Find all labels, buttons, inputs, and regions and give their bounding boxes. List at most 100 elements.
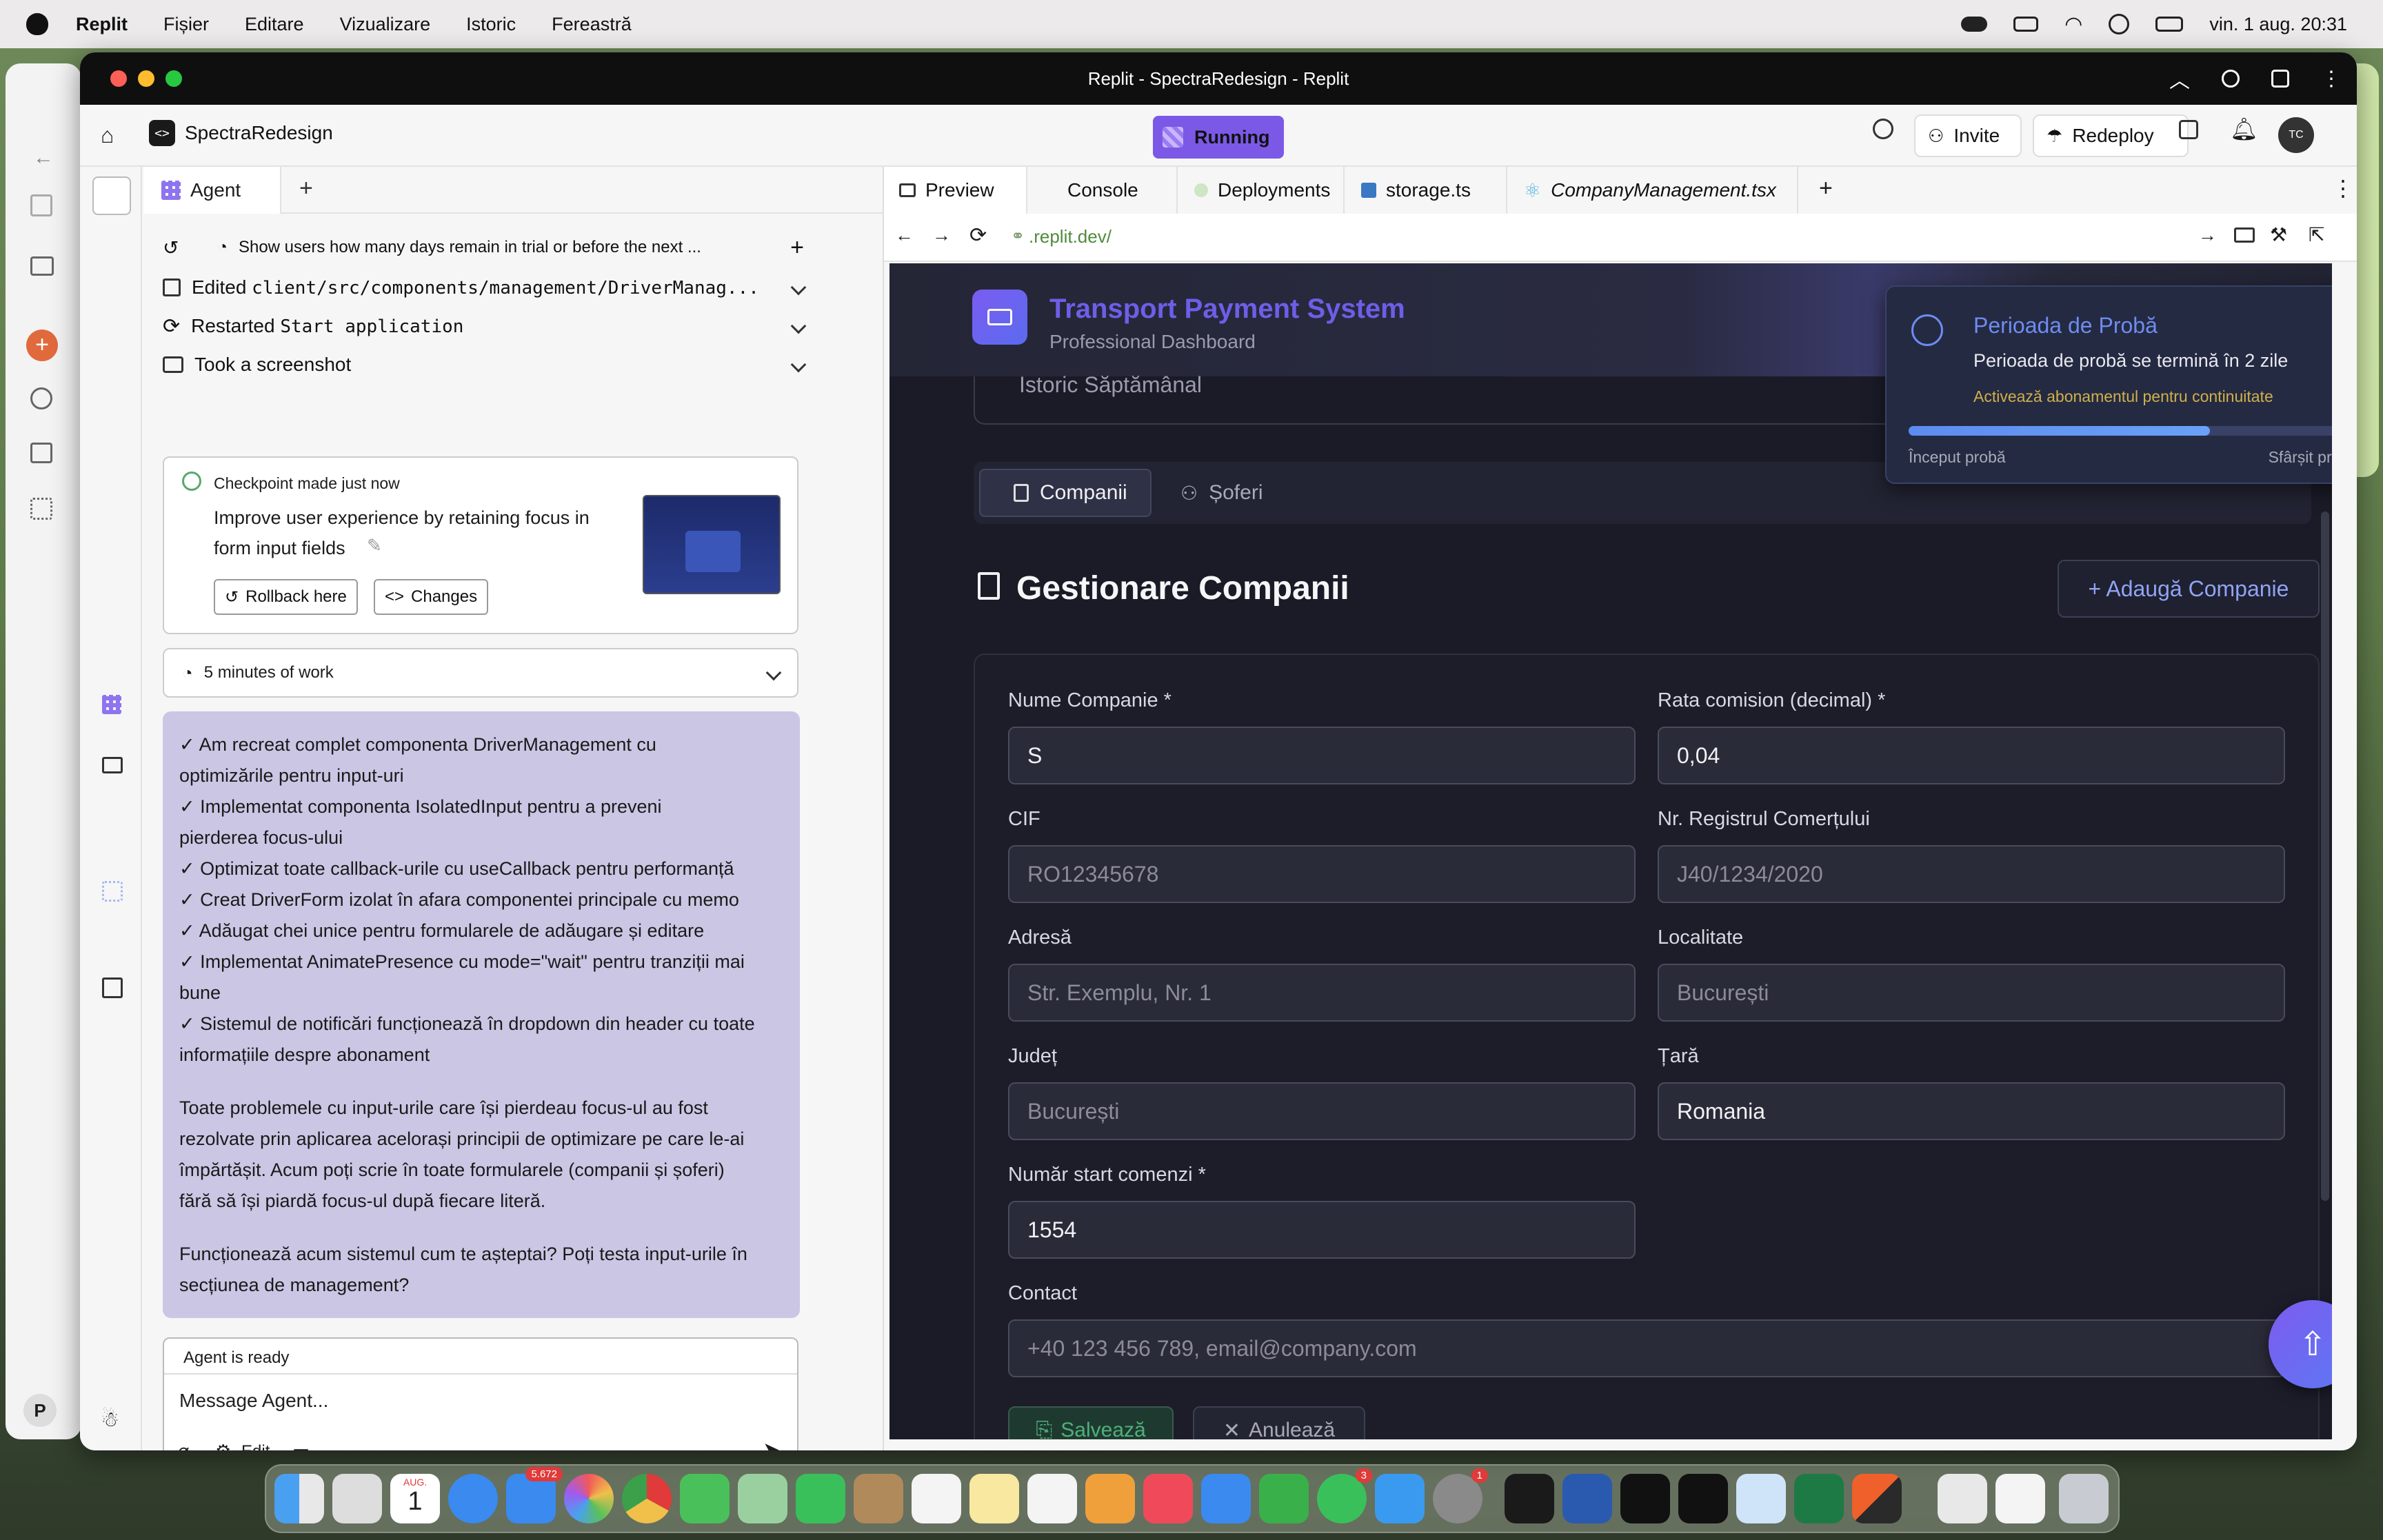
recent-document-icon[interactable] [1938,1474,1987,1523]
more-vertical-icon[interactable]: ⋮ [2321,67,2342,91]
terminal-icon[interactable] [1620,1474,1670,1523]
music-icon[interactable] [1143,1474,1193,1523]
commission-rate-input[interactable]: 0,04 [1658,727,2285,784]
menu-view[interactable]: Vizualizare [340,14,431,35]
more-vertical-icon[interactable]: ⋮ [2332,175,2354,201]
cif-input[interactable]: RO12345678 [1008,845,1636,903]
country-input[interactable]: Romania [1658,1082,2285,1140]
file-tree-toggle[interactable] [92,176,131,215]
excel-icon[interactable] [1794,1474,1844,1523]
control-center-icon[interactable] [2155,17,2184,32]
avatar[interactable]: TC [2278,117,2314,153]
open-external-icon[interactable]: ⇱ [2309,223,2324,246]
action-row-edit[interactable]: Edited client/src/components/management/… [163,270,807,305]
calendar-icon[interactable]: AUG. 1 [390,1474,440,1523]
new-chat-button[interactable]: + [790,234,804,261]
notes-icon[interactable] [969,1474,1019,1523]
chevron-up-icon[interactable]: ︿ [2169,63,2190,94]
go-icon[interactable]: → [2198,225,2217,246]
key-icon[interactable] [2222,70,2240,88]
messages-icon[interactable] [680,1474,730,1523]
minimize-window-button[interactable] [138,70,154,87]
database-tool-icon[interactable] [102,881,123,902]
whatsapp-icon[interactable]: 3 [1317,1468,1372,1523]
menu-window[interactable]: Fereastră [552,14,632,35]
keynote-icon[interactable] [1201,1474,1251,1523]
extensions-icon[interactable] [2271,70,2289,88]
contact-input[interactable]: +40 123 456 789, email@company.com [1008,1319,2285,1377]
tab-drivers[interactable]: ⚇ Șoferi [1180,469,1263,517]
deploy-options-icon[interactable] [2179,120,2198,139]
url-input[interactable]: .replit.dev/ [1029,226,1112,247]
all-tools-icon[interactable] [102,977,123,998]
invite-button[interactable]: ⚇ Invite [1914,114,2022,157]
save-button[interactable]: ⎘ Salvează [1008,1406,1174,1439]
bell-icon[interactable]: 🔔︎ [2230,116,2258,142]
apple-tv-icon[interactable] [1678,1474,1728,1523]
back-icon[interactable]: ← [895,225,914,246]
company-name-input[interactable]: S [1008,727,1636,784]
tab-storage[interactable]: storage.ts [1346,167,1507,214]
recent-window-icon[interactable] [1995,1474,2045,1523]
address-input[interactable]: Str. Exemplu, Nr. 1 [1008,964,1636,1022]
checkpoint-screenshot-thumbnail[interactable] [643,495,781,594]
finder-icon[interactable] [274,1474,324,1523]
action-row-restart[interactable]: ⟳ Restarted Start application [163,309,807,343]
photos-icon[interactable] [564,1474,614,1523]
tab-console[interactable]: Console [1029,167,1178,214]
app-store-icon[interactable] [1375,1474,1425,1523]
chevron-down-icon[interactable] [790,279,807,296]
spotlight-search-icon[interactable] [2109,14,2130,34]
project-selector[interactable]: <> SpectraRedesign [149,120,333,146]
word-icon[interactable] [1562,1474,1612,1523]
freeform-icon[interactable] [1027,1474,1077,1523]
numbers-icon[interactable] [1259,1474,1309,1523]
reminders-icon[interactable] [912,1474,961,1523]
redeploy-button[interactable]: ☂ Redeploy [2033,114,2189,157]
tab-agent[interactable]: Agent [143,167,281,214]
tab-deployments[interactable]: Deployments [1179,167,1345,214]
system-settings-icon[interactable]: 1 [1433,1468,1488,1523]
preview-app-icon[interactable] [1736,1474,1786,1523]
tab-company-management[interactable]: ⚛ CompanyManagement.tsx [1509,167,1798,214]
menu-history[interactable]: Istoric [466,14,516,35]
new-tab-button[interactable]: + [1819,175,1833,202]
feedback-icon[interactable]: ☃ [101,1408,119,1432]
menu-edit[interactable]: Editare [245,14,304,35]
facetime-icon[interactable] [796,1474,845,1523]
reload-icon[interactable]: ⟳ [969,223,987,247]
menubar-clock[interactable]: vin. 1 aug. 20:31 [2209,14,2347,35]
cursor-app-icon[interactable] [1505,1474,1554,1523]
trade-register-input[interactable]: J40/1234/2020 [1658,845,2285,903]
tab-companies[interactable]: Companii [979,469,1152,517]
work-summary-row[interactable]: ◔ 5 minutes of work [163,648,798,698]
cloud-icon[interactable] [1961,17,1988,32]
battery-icon[interactable] [2013,17,2039,32]
mail-icon[interactable]: 5.672 [506,1467,563,1523]
new-tab-button[interactable]: + [299,175,313,202]
menu-app-name[interactable]: Replit [76,14,128,35]
webview-tool-icon[interactable] [102,757,123,773]
trash-icon[interactable] [2059,1474,2109,1523]
menu-file[interactable]: Fișier [163,14,209,35]
run-button[interactable]: Running [1153,116,1284,159]
zoom-window-button[interactable] [165,70,182,87]
cancel-button[interactable]: ✕ Anulează [1193,1406,1365,1439]
trial-cta[interactable]: Activează abonamentul pentru continuitat… [1973,387,2273,406]
settings-icon[interactable]: ⚙ [215,1441,231,1450]
launchpad-icon[interactable] [332,1474,382,1523]
add-company-button[interactable]: + Adaugă Companie [2058,560,2320,618]
pages-icon[interactable] [1085,1474,1135,1523]
devtools-icon[interactable]: ⚒ [2270,223,2287,246]
attach-icon[interactable]: ⌀ [178,1439,190,1450]
action-row-screenshot[interactable]: Took a screenshot [163,347,807,382]
edit-mode-label[interactable]: Edit [241,1442,270,1450]
chrome-icon[interactable] [622,1474,672,1523]
devices-icon[interactable] [2234,227,2255,243]
chevron-down-icon[interactable] [790,356,807,373]
send-icon[interactable]: ➤ [763,1438,780,1450]
agent-tool-icon[interactable] [102,695,121,714]
chevron-down-icon[interactable] [765,665,782,681]
search-icon[interactable] [1873,119,1893,139]
contacts-icon[interactable] [854,1474,903,1523]
